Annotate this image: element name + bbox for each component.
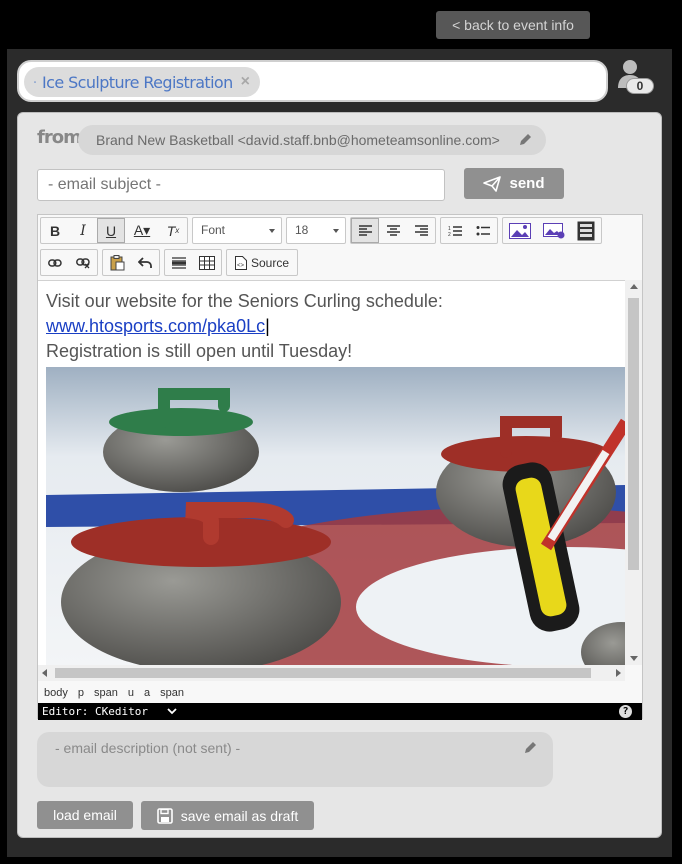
undo-icon[interactable] bbox=[131, 250, 159, 275]
source-button[interactable]: <> Source bbox=[226, 249, 299, 276]
source-doc-icon: <> bbox=[235, 255, 247, 270]
basic-styles-group: B I U A▾ Tx bbox=[40, 217, 188, 244]
path-item[interactable]: p bbox=[78, 683, 84, 703]
rich-text-editor: B I U A▾ Tx Font 18 12 <> Source Visit o… bbox=[37, 214, 643, 720]
recipient-count[interactable]: 0 bbox=[616, 58, 660, 98]
vertical-scrollbar[interactable] bbox=[625, 280, 642, 665]
table-icon[interactable] bbox=[193, 250, 221, 275]
help-icon[interactable]: ? bbox=[619, 705, 632, 718]
italic-button[interactable]: I bbox=[69, 218, 97, 243]
horizontal-rule-icon[interactable] bbox=[165, 250, 193, 275]
link-group bbox=[40, 249, 98, 276]
scroll-right-icon[interactable] bbox=[616, 669, 621, 677]
align-left-icon[interactable] bbox=[351, 218, 379, 243]
path-item[interactable]: span bbox=[160, 683, 184, 703]
path-item[interactable]: a bbox=[144, 683, 150, 703]
insert-group bbox=[164, 249, 222, 276]
image-group bbox=[502, 217, 602, 244]
editor-toolbar-row-1: B I U A▾ Tx Font 18 12 bbox=[40, 217, 602, 244]
link-icon[interactable] bbox=[41, 250, 69, 275]
email-subject-input[interactable] bbox=[37, 169, 445, 201]
list-group: 12 bbox=[440, 217, 498, 244]
recipient-count-badge: 0 bbox=[626, 78, 654, 94]
paper-plane-icon bbox=[483, 175, 502, 192]
curling-stones-image[interactable] bbox=[46, 367, 625, 665]
save-draft-button[interactable]: save email as draft bbox=[141, 801, 314, 830]
image-gallery-icon[interactable] bbox=[537, 218, 571, 243]
save-icon bbox=[156, 807, 173, 824]
element-path-bar: body p span u a span bbox=[38, 683, 642, 703]
vertical-scroll-thumb[interactable] bbox=[628, 298, 639, 570]
numbered-list-icon[interactable]: 12 bbox=[441, 218, 469, 243]
source-label: Source bbox=[251, 255, 290, 270]
pencil-icon[interactable] bbox=[519, 133, 532, 146]
send-button[interactable]: send bbox=[464, 168, 564, 199]
from-field[interactable]: Brand New Basketball <david.staff.bnb@ho… bbox=[78, 125, 546, 155]
horizontal-scrollbar[interactable] bbox=[38, 665, 625, 681]
scroll-left-icon[interactable] bbox=[42, 669, 47, 677]
save-draft-label: save email as draft bbox=[180, 807, 299, 824]
chevron-down-icon[interactable] bbox=[166, 707, 177, 715]
path-item[interactable]: u bbox=[128, 683, 134, 703]
clipboard-group bbox=[102, 249, 160, 276]
font-combo[interactable]: Font bbox=[192, 217, 282, 244]
svg-text:2: 2 bbox=[448, 232, 451, 237]
editor-toolbar-row-2: <> Source bbox=[40, 249, 299, 276]
recipient-chip-label: Ice Sculpture Registration bbox=[42, 72, 233, 92]
scroll-down-icon[interactable] bbox=[630, 656, 638, 661]
pencil-icon[interactable] bbox=[524, 741, 537, 754]
image-icon[interactable] bbox=[503, 218, 537, 243]
recipient-chip[interactable]: Ice Sculpture Registration × bbox=[24, 67, 260, 97]
content-line-3: Registration is still open until Tuesday… bbox=[46, 341, 353, 361]
recipient-bar[interactable]: Ice Sculpture Registration × bbox=[17, 60, 608, 102]
remove-format-button[interactable]: Tx bbox=[159, 218, 187, 243]
paste-icon[interactable] bbox=[103, 250, 131, 275]
from-value: Brand New Basketball <david.staff.bnb@ho… bbox=[96, 132, 500, 148]
bold-button[interactable]: B bbox=[41, 218, 69, 243]
send-label: send bbox=[509, 175, 545, 192]
load-email-button[interactable]: load email bbox=[37, 801, 133, 829]
svg-text:<>: <> bbox=[237, 263, 245, 269]
align-group bbox=[350, 217, 436, 244]
path-item[interactable]: body bbox=[44, 683, 68, 703]
unlink-icon[interactable] bbox=[69, 250, 97, 275]
website-link[interactable]: www.htosports.com/pka0Lc bbox=[46, 316, 265, 336]
align-right-icon[interactable] bbox=[407, 218, 435, 243]
editor-name-label[interactable]: Editor: CKeditor bbox=[42, 705, 148, 718]
bulleted-list-icon[interactable] bbox=[469, 218, 497, 243]
align-center-icon[interactable] bbox=[379, 218, 407, 243]
compose-panel: from: Brand New Basketball <david.staff.… bbox=[17, 112, 662, 838]
underline-button[interactable]: U bbox=[97, 218, 125, 243]
editor-content[interactable]: Visit our website for the Seniors Curlin… bbox=[38, 280, 625, 665]
horizontal-scroll-thumb[interactable] bbox=[55, 668, 591, 678]
remove-recipient-icon[interactable]: × bbox=[241, 73, 250, 91]
text-color-button[interactable]: A▾ bbox=[125, 218, 159, 243]
template-icon[interactable] bbox=[571, 218, 601, 243]
content-line-1: Visit our website for the Seniors Curlin… bbox=[46, 291, 443, 311]
email-description-field[interactable]: - email description (not sent) - bbox=[37, 732, 553, 787]
font-size-combo[interactable]: 18 bbox=[286, 217, 346, 244]
path-item[interactable]: span bbox=[94, 683, 118, 703]
scroll-up-icon[interactable] bbox=[630, 284, 638, 289]
description-placeholder: - email description (not sent) - bbox=[55, 740, 241, 756]
editor-status-bar: Editor: CKeditor ? bbox=[38, 703, 642, 720]
back-to-event-button[interactable]: < back to event info bbox=[436, 11, 590, 39]
group-icon bbox=[34, 81, 37, 83]
